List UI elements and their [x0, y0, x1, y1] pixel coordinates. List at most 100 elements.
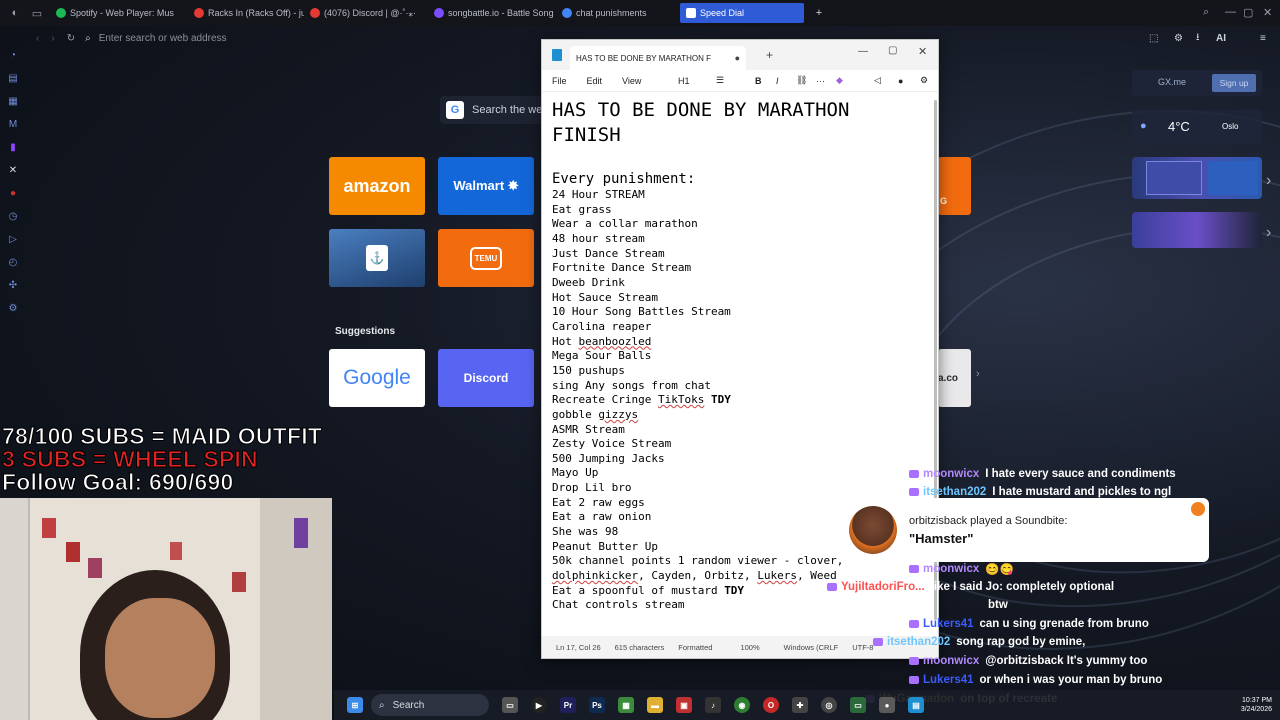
status-zoom[interactable]: 100%: [740, 643, 759, 652]
terminal-icon[interactable]: ▭: [850, 697, 866, 713]
chat-username[interactable]: moonwicx: [923, 468, 979, 480]
status-eol[interactable]: Windows (CRLF: [784, 643, 839, 652]
chat-username[interactable]: Lukers41: [923, 618, 974, 630]
account-icon[interactable]: ●: [898, 76, 903, 86]
gx-control-icon[interactable]: ◔: [6, 48, 20, 62]
tab-islands-icon[interactable]: ▭: [30, 6, 44, 20]
menu-edit[interactable]: Edit: [587, 76, 603, 86]
messenger-icon[interactable]: M: [6, 117, 20, 131]
media-player-icon[interactable]: ▶: [531, 697, 547, 713]
taskbar-search[interactable]: ⌕ Search: [371, 694, 489, 716]
menu-icon[interactable]: ≡: [1260, 33, 1266, 44]
news-icon[interactable]: ▦: [6, 94, 20, 108]
notepad-task-icon[interactable]: ▤: [908, 697, 924, 713]
tile-google[interactable]: Google: [329, 349, 425, 407]
player-icon[interactable]: ▷: [6, 232, 20, 246]
new-tab-icon[interactable]: +: [766, 48, 773, 62]
unsaved-dot-icon[interactable]: ●: [735, 53, 740, 63]
italic-icon[interactable]: I: [776, 76, 779, 86]
widget-next-icon-2[interactable]: ›: [1266, 224, 1271, 242]
minecraft-icon[interactable]: ▦: [618, 697, 634, 713]
close-icon[interactable]: ✕: [1263, 6, 1272, 19]
notepad-tab[interactable]: HAS TO BE DONE BY MARATHON F ●: [570, 46, 746, 70]
gx-mods-widget[interactable]: [1132, 212, 1262, 248]
x-icon[interactable]: ✕: [6, 163, 20, 177]
close-icon[interactable]: ✕: [918, 45, 927, 58]
settings-icon[interactable]: ⚙: [920, 75, 928, 86]
opera-menu-icon[interactable]: ◐: [8, 6, 22, 20]
gx-store-icon[interactable]: ▤: [6, 71, 20, 85]
bold-icon[interactable]: B: [755, 76, 762, 86]
tile-world-of-warships[interactable]: ⚓: [329, 229, 425, 287]
file-explorer-icon[interactable]: ▬: [647, 697, 663, 713]
list-icon[interactable]: ☰: [716, 75, 724, 86]
chrome-icon[interactable]: ◉: [734, 697, 750, 713]
tile-amazon[interactable]: amazon: [329, 157, 425, 215]
minimize-icon[interactable]: —: [858, 46, 868, 57]
tiktok-icon[interactable]: ♪: [705, 697, 721, 713]
twitch-icon[interactable]: ▮: [6, 140, 20, 154]
back-icon[interactable]: ‹: [36, 33, 39, 44]
chat-username[interactable]: YujiItadoriFro...: [841, 581, 925, 593]
steam-icon[interactable]: ◎: [821, 697, 837, 713]
music-icon[interactable]: ●: [6, 186, 20, 200]
premiere-icon[interactable]: Pr: [560, 697, 576, 713]
next-page-icon[interactable]: ›: [976, 368, 980, 380]
search-tabs-icon[interactable]: ⌕: [1203, 6, 1209, 19]
history-icon[interactable]: ◷: [6, 209, 20, 223]
tile-walmart[interactable]: Walmart ✸: [438, 157, 534, 215]
link-icon[interactable]: ⛓: [796, 75, 807, 86]
notepad-menu-bar: File Edit View H1 ☰ B I ⛓ ··· ◆ ◁ ● ⚙: [542, 70, 938, 92]
sign-up-button[interactable]: Sign up: [1212, 74, 1256, 92]
status-encoding[interactable]: UTF-8: [852, 643, 873, 652]
game-icon[interactable]: ✚: [792, 697, 808, 713]
menu-file[interactable]: File: [552, 76, 567, 86]
minimize-icon[interactable]: —: [1225, 6, 1236, 18]
tab-youtube[interactable]: Racks In (Racks Off) - juic: [188, 3, 304, 23]
settings-icon[interactable]: ⚙: [6, 301, 20, 315]
address-input[interactable]: Enter search or web address: [99, 33, 227, 44]
tab-speed-dial[interactable]: Speed Dial: [680, 3, 804, 23]
menu-view[interactable]: View: [622, 76, 641, 86]
aria-ai-icon[interactable]: AI: [1216, 33, 1226, 44]
chat-username[interactable]: itsethan202: [887, 636, 950, 648]
status-format[interactable]: Formatted: [678, 643, 712, 652]
download-icon[interactable]: ⭳: [1196, 30, 1200, 47]
clock[interactable]: 10:37 PM 3/24/2026: [1241, 696, 1272, 714]
clock-icon[interactable]: ◴: [6, 255, 20, 269]
maximize-icon[interactable]: ▢: [888, 45, 897, 56]
tile-temu[interactable]: TEMU: [438, 229, 534, 287]
extensions-sidebar-icon[interactable]: ✣: [6, 278, 20, 292]
chat-username[interactable]: moonwicx: [923, 655, 979, 667]
more-icon[interactable]: ···: [816, 76, 825, 86]
megaphone-icon[interactable]: ◁: [874, 75, 881, 86]
forward-icon[interactable]: ›: [51, 33, 54, 44]
tab-discord[interactable]: (4076) Discord | @·˚·⁎·: [304, 3, 428, 23]
copilot-icon[interactable]: ◆: [836, 75, 843, 86]
photoshop-icon[interactable]: Ps: [589, 697, 605, 713]
game-thumb-1[interactable]: [1146, 161, 1202, 195]
tile-discord[interactable]: Discord: [438, 349, 534, 407]
reload-icon[interactable]: ↻: [67, 33, 75, 44]
game-thumb-2[interactable]: [1208, 161, 1258, 195]
task-view-icon[interactable]: ▭: [502, 697, 518, 713]
heading-dropdown[interactable]: H1: [678, 76, 690, 86]
maximize-icon[interactable]: ▢: [1243, 6, 1253, 19]
tab-songbattle[interactable]: songbattle.io - Battle Song: [428, 3, 556, 23]
opera-gx-icon[interactable]: O: [763, 697, 779, 713]
tile-partial-orange[interactable]: G: [938, 157, 971, 215]
obs-icon[interactable]: ●: [879, 697, 895, 713]
snapshot-icon[interactable]: ⬚: [1149, 33, 1158, 44]
capcut-icon[interactable]: ▣: [676, 697, 692, 713]
extensions-icon[interactable]: ⚙: [1174, 33, 1183, 44]
gx-games-widget[interactable]: [1132, 157, 1262, 199]
widget-next-icon[interactable]: ›: [1266, 172, 1271, 190]
chat-username[interactable]: itsethan202: [923, 486, 986, 498]
tab-spotify[interactable]: Spotify - Web Player: Mus: [50, 3, 188, 23]
windows-start-icon[interactable]: ⊞: [347, 697, 363, 713]
chat-username[interactable]: Lukers41: [923, 674, 974, 686]
chat-username[interactable]: moonwicx: [923, 563, 979, 575]
tab-chat-punishments[interactable]: chat punishments: [556, 3, 680, 23]
tile-partial-white[interactable]: a.co: [938, 349, 971, 407]
new-tab-icon[interactable]: +: [812, 6, 826, 20]
